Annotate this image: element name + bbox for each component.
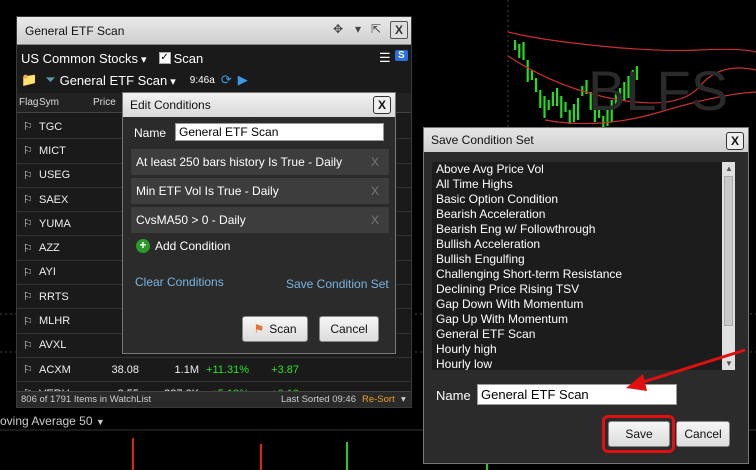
- annotation-arrow: [626, 348, 746, 391]
